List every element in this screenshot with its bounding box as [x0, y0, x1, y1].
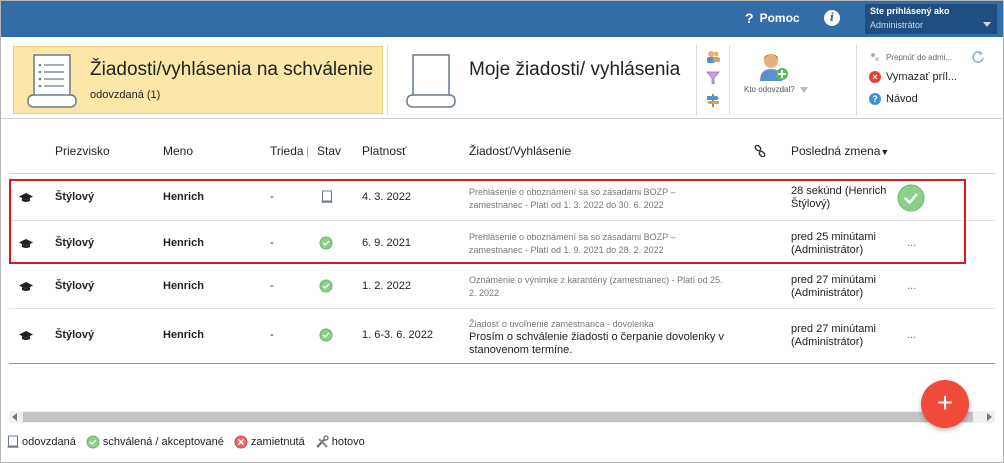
- legend: odovzdaná schválená / akceptované zamiet…: [7, 435, 371, 449]
- cell-trieda: -: [270, 329, 274, 341]
- sort-desc-icon: ▼: [880, 147, 890, 157]
- more-button[interactable]: ...: [907, 329, 916, 341]
- user-label: Ste prihlásený ako: [870, 6, 950, 16]
- cell-last-change: pred 27 minútami (Administrátor): [791, 274, 876, 299]
- legend-label: schválená / akceptované: [102, 436, 224, 448]
- card-title: Žiadosti/vyhlásenia na schválenie: [90, 59, 374, 80]
- cell-description: Žiadosť o uvoľnenie zamestnanca - dovole…: [469, 318, 729, 357]
- divider: [387, 45, 388, 115]
- info-icon[interactable]: i: [824, 10, 840, 26]
- help-link[interactable]: ? Pomoc: [745, 10, 800, 26]
- cell-priezvisko: Štýlový: [55, 280, 95, 292]
- action-label: Prepnúť do admi...: [886, 52, 953, 62]
- divider: [729, 45, 730, 115]
- table-header: Priezvisko Meno Trieda | Stav Platnosť Ž…: [1, 119, 1003, 175]
- document-icon: [7, 435, 19, 448]
- kto-odovzdal-label[interactable]: Kto odovzdal?: [744, 85, 795, 94]
- description-text: Prosím o schválenie žiadosti o čerpanie …: [469, 331, 724, 356]
- check-circle-icon: [319, 328, 333, 345]
- scrollbar-thumb[interactable]: [23, 412, 973, 422]
- check-circle-icon: [86, 435, 100, 449]
- graduation-cap-icon: [18, 281, 34, 296]
- col-header-meno[interactable]: Meno: [163, 144, 193, 158]
- add-user-icon[interactable]: [758, 51, 790, 83]
- check-circle-icon: [319, 279, 333, 296]
- help-icon: ?: [869, 93, 881, 105]
- legend-item: odovzdaná: [7, 435, 76, 449]
- cell-trieda: -: [270, 280, 274, 292]
- switch-admin-button[interactable]: Prepnúť do admi...: [869, 51, 952, 63]
- top-bar: ? Pomoc i Ste prihlásený ako Administrát…: [1, 1, 1003, 37]
- chevron-down-icon: [983, 22, 991, 27]
- table-row[interactable]: Štýlový Henrich - 1. 2. 2022 Oznámenie o…: [9, 265, 995, 309]
- legend-label: hotovo: [331, 436, 365, 448]
- scroll-right-icon[interactable]: [987, 413, 992, 421]
- legend-label: odovzdaná: [22, 436, 76, 448]
- ribbon: Žiadosti/vyhlásenia na schválenie odovzd…: [1, 37, 1003, 119]
- card-title: Moje žiadosti/ vyhlásenia: [469, 59, 681, 80]
- cell-last-change: pred 27 minútami (Administrátor): [791, 323, 876, 348]
- cell-meno: Henrich: [163, 329, 204, 341]
- divider: [856, 45, 857, 115]
- chevron-down-icon[interactable]: [800, 87, 808, 93]
- legend-item: schválená / akceptované: [86, 435, 224, 449]
- action-label: Návod: [886, 93, 918, 105]
- table-bottom-rule: [9, 363, 995, 364]
- col-header-trieda[interactable]: Trieda: [270, 144, 304, 158]
- users-icon[interactable]: [705, 49, 721, 65]
- tools-icon: [316, 435, 329, 448]
- legend-item: zamietnutá: [234, 435, 305, 449]
- scroll-document-icon: [27, 54, 77, 108]
- cell-platnost: 1. 6-3. 6. 2022: [362, 329, 433, 341]
- help-label: Pomoc: [759, 11, 800, 25]
- divider: [696, 45, 697, 115]
- col-header-stav[interactable]: Stav: [317, 144, 341, 158]
- switch-icon: [871, 53, 879, 61]
- refresh-icon[interactable]: [971, 50, 985, 64]
- scroll-left-icon[interactable]: [12, 413, 17, 421]
- guide-button[interactable]: ? Návod: [869, 93, 918, 105]
- question-icon: ?: [745, 10, 754, 26]
- legend-item: hotovo: [315, 435, 365, 449]
- graduation-cap-icon: [18, 330, 34, 345]
- description-title: Žiadosť o uvoľnenie zamestnanca - dovole…: [469, 319, 654, 329]
- more-button[interactable]: ...: [907, 280, 916, 292]
- col-header-priezvisko[interactable]: Priezvisko: [55, 144, 110, 158]
- filter-icon[interactable]: [706, 71, 720, 85]
- cell-platnost: 1. 2. 2022: [362, 280, 411, 292]
- cell-priezvisko: Štýlový: [55, 329, 95, 341]
- user-dropdown[interactable]: Ste prihlásený ako Administrátor: [865, 4, 997, 34]
- delete-icon: ×: [869, 71, 881, 83]
- action-label: Vymazať príl...: [886, 71, 957, 83]
- delete-attachments-button[interactable]: × Vymazať príl...: [869, 71, 957, 83]
- highlight-box: [9, 179, 966, 264]
- horizontal-scrollbar[interactable]: [9, 411, 995, 423]
- cell-meno: Henrich: [163, 280, 204, 292]
- col-header-ziadost[interactable]: Žiadosť/Vyhlásenie: [469, 144, 571, 158]
- legend-label: zamietnutá: [250, 436, 305, 448]
- card-pending-approval[interactable]: Žiadosti/vyhlásenia na schválenie odovzd…: [13, 46, 383, 114]
- header-rule: [9, 173, 995, 174]
- reject-icon: [234, 435, 248, 449]
- user-name: Administrátor: [870, 20, 924, 30]
- card-subtitle: odovzdaná (1): [90, 89, 161, 101]
- signpost-icon[interactable]: [705, 92, 721, 108]
- table-row[interactable]: Štýlový Henrich - 1. 6-3. 6. 2022 Žiados…: [9, 309, 995, 363]
- link-icon[interactable]: [754, 145, 766, 157]
- col-header-posledna-zmena[interactable]: Posledná zmena▼: [791, 144, 889, 158]
- col-separator: |: [306, 144, 310, 158]
- col-header-platnost[interactable]: Platnosť: [362, 144, 407, 158]
- scroll-icon: [406, 54, 456, 108]
- cell-description: Oznámenie o výnimke z karantény (zamestn…: [469, 275, 723, 298]
- col-header-label: Posledná zmena: [791, 144, 881, 158]
- add-button[interactable]: +: [921, 380, 969, 428]
